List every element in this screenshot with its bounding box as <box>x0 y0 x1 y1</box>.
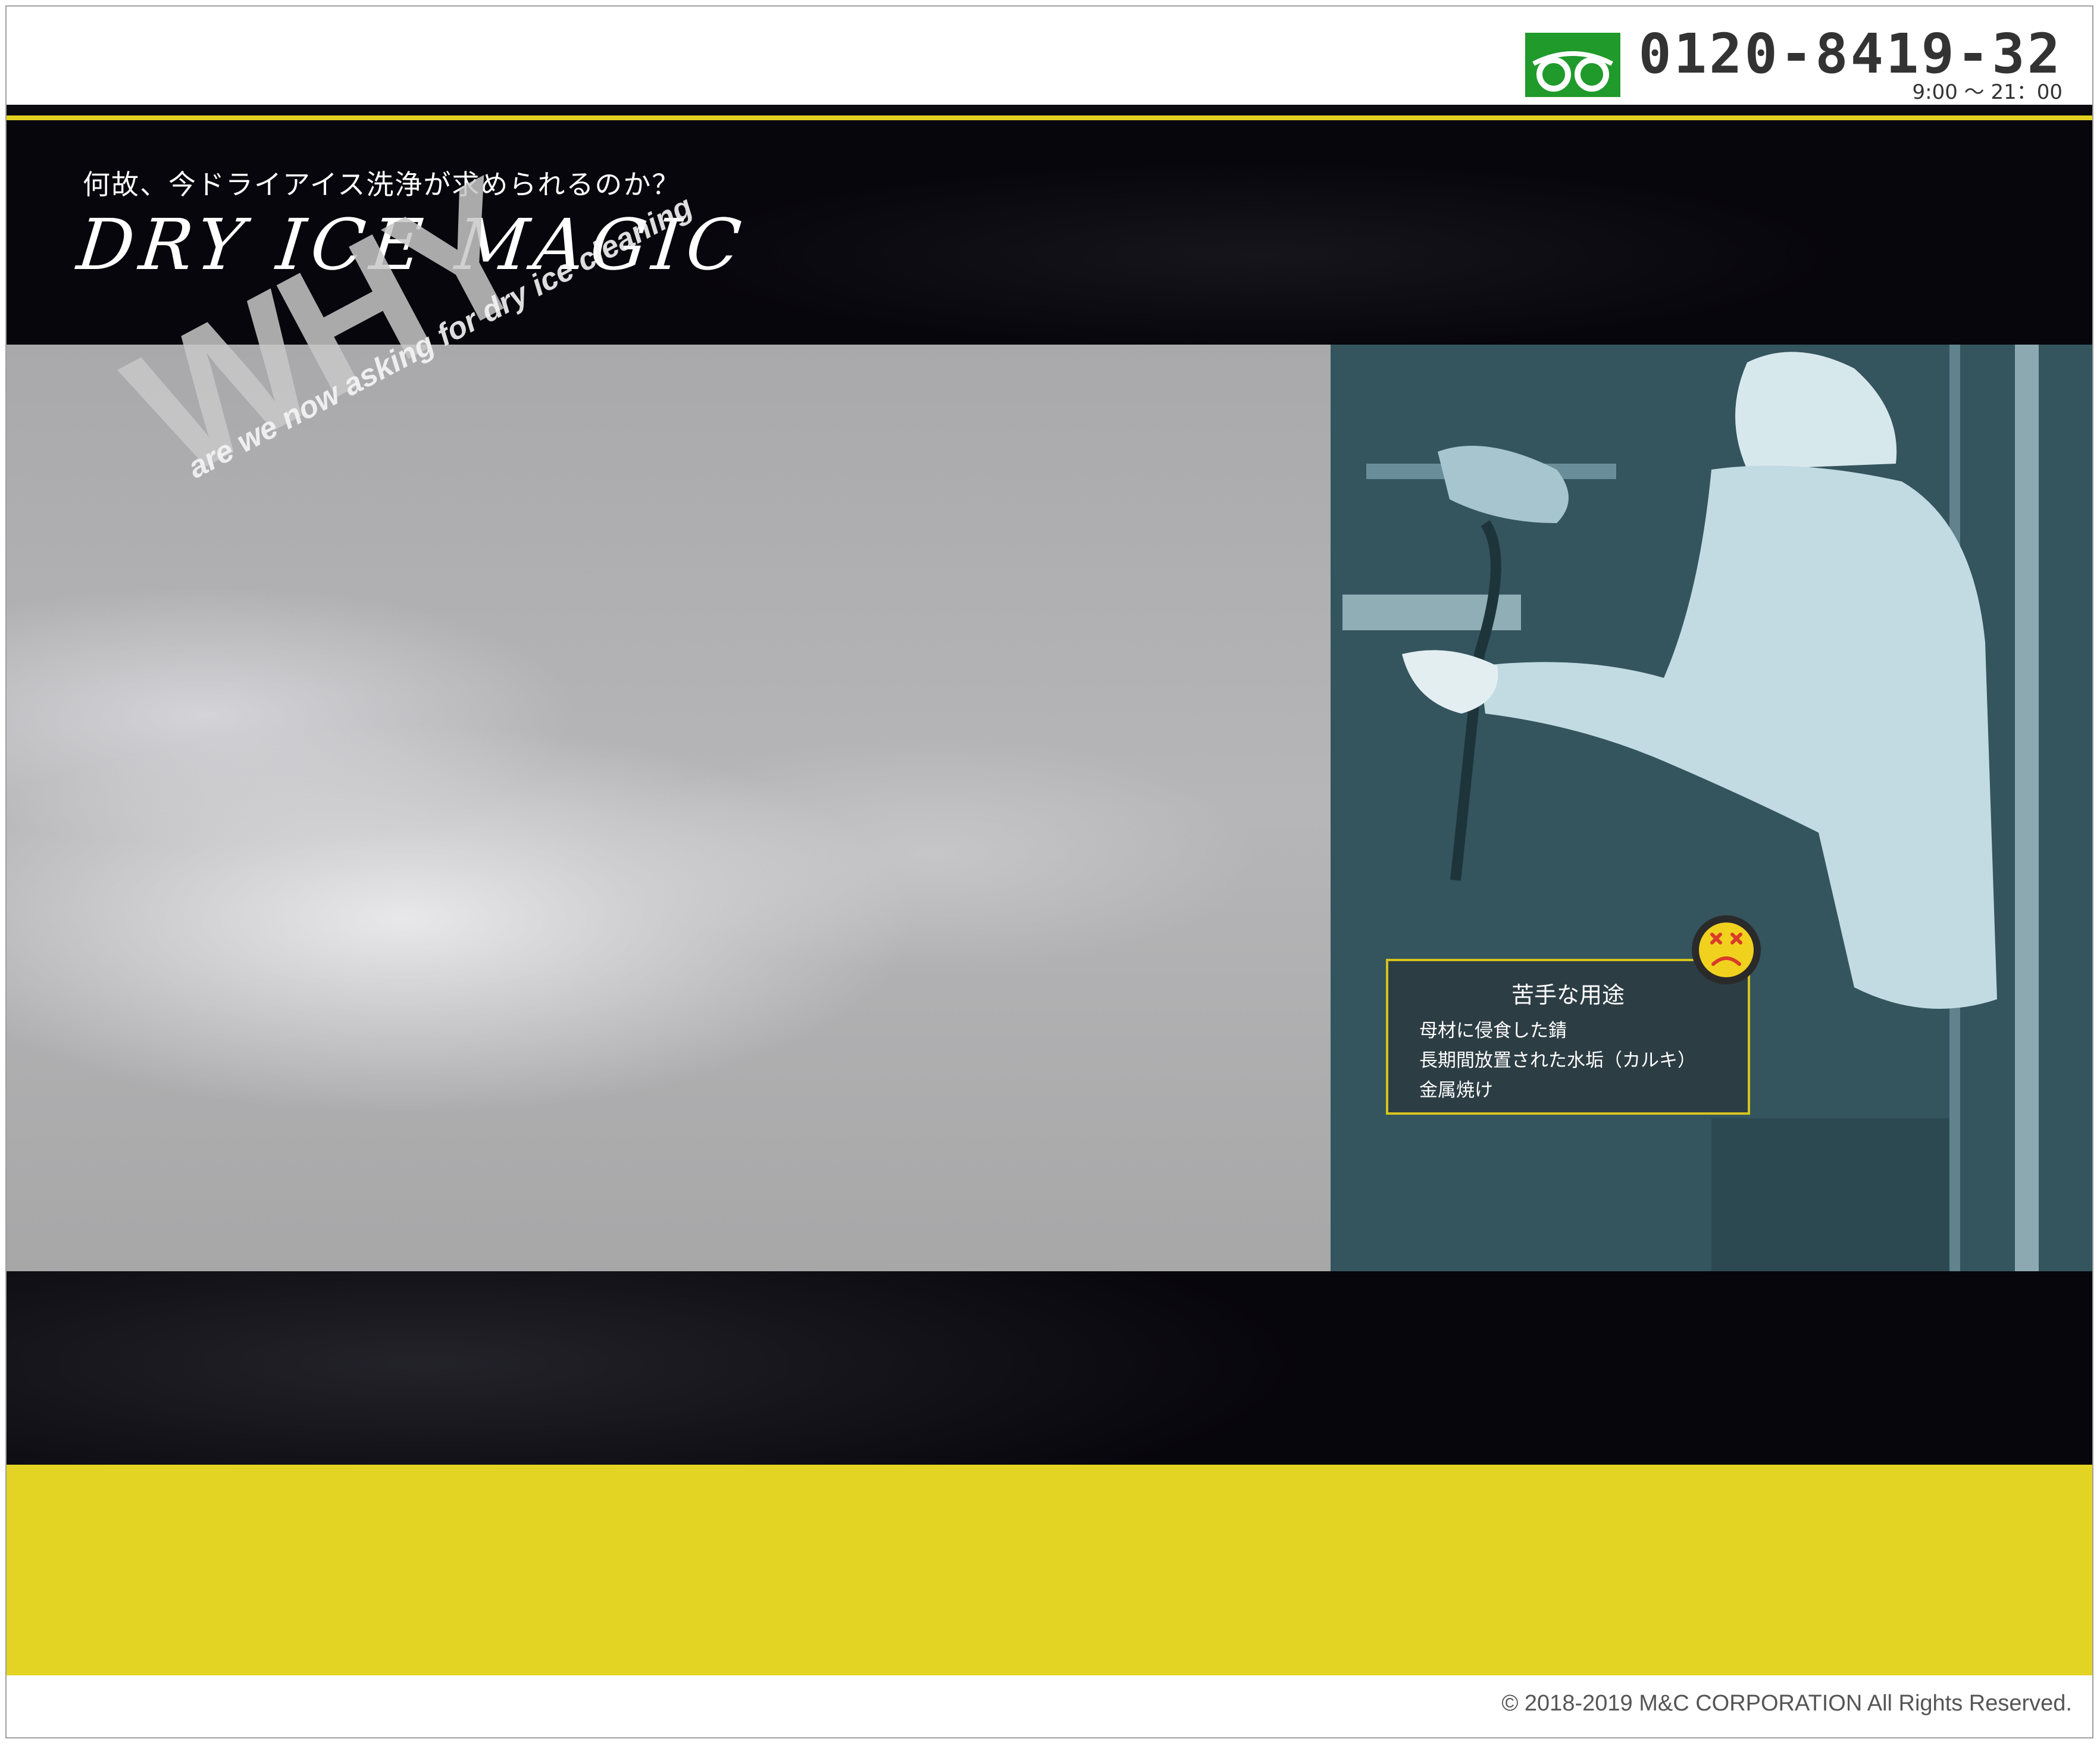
logo: DRY ICE MAGIC <box>73 204 751 286</box>
yellow-band <box>7 1465 2092 1675</box>
header-divider-black <box>7 105 2092 115</box>
freedial-icon <box>1525 33 1621 97</box>
phone-number[interactable]: 0120-8419-32 <box>1638 24 2063 84</box>
phone-text: 0120-8419-32 9:00 ～ 21：00 <box>1638 24 2063 104</box>
page-frame: 0120-8419-32 9:00 ～ 21：00 何故、今ドライアイス洗浄が求… <box>5 5 2093 1738</box>
footer: © 2018-2019 M&C CORPORATION All Rights R… <box>7 1675 2092 1737</box>
header-divider-yellow <box>7 115 2092 120</box>
phone-contact[interactable]: 0120-8419-32 9:00 ～ 21：00 <box>1525 24 2063 103</box>
list-item: 母材に侵食した錆 <box>1419 1020 1567 1042</box>
sad-face-icon <box>1689 913 1763 987</box>
hero-subtitle: 何故、今ドライアイス洗浄が求められるのか？ <box>83 168 681 201</box>
list-item: 金属焼け <box>1419 1080 1493 1101</box>
business-hours: 9:00 ～ 21：00 <box>1912 80 2063 104</box>
copyright: © 2018-2019 M&C CORPORATION All Rights R… <box>1501 1691 2072 1716</box>
header: 0120-8419-32 9:00 ～ 21：00 <box>7 7 2092 105</box>
list-item: 長期間放置された水垢（カルキ） <box>1419 1050 1696 1071</box>
weak-uses-list: 母材に侵食した錆 長期間放置された水垢（カルキ） 金属焼け <box>1419 1016 1696 1105</box>
worker-photo <box>1331 345 2092 1271</box>
smoke-image <box>7 345 1331 1271</box>
hero-section: 何故、今ドライアイス洗浄が求められるのか？ DRY ICE MAGIC WHY … <box>7 120 2092 1471</box>
